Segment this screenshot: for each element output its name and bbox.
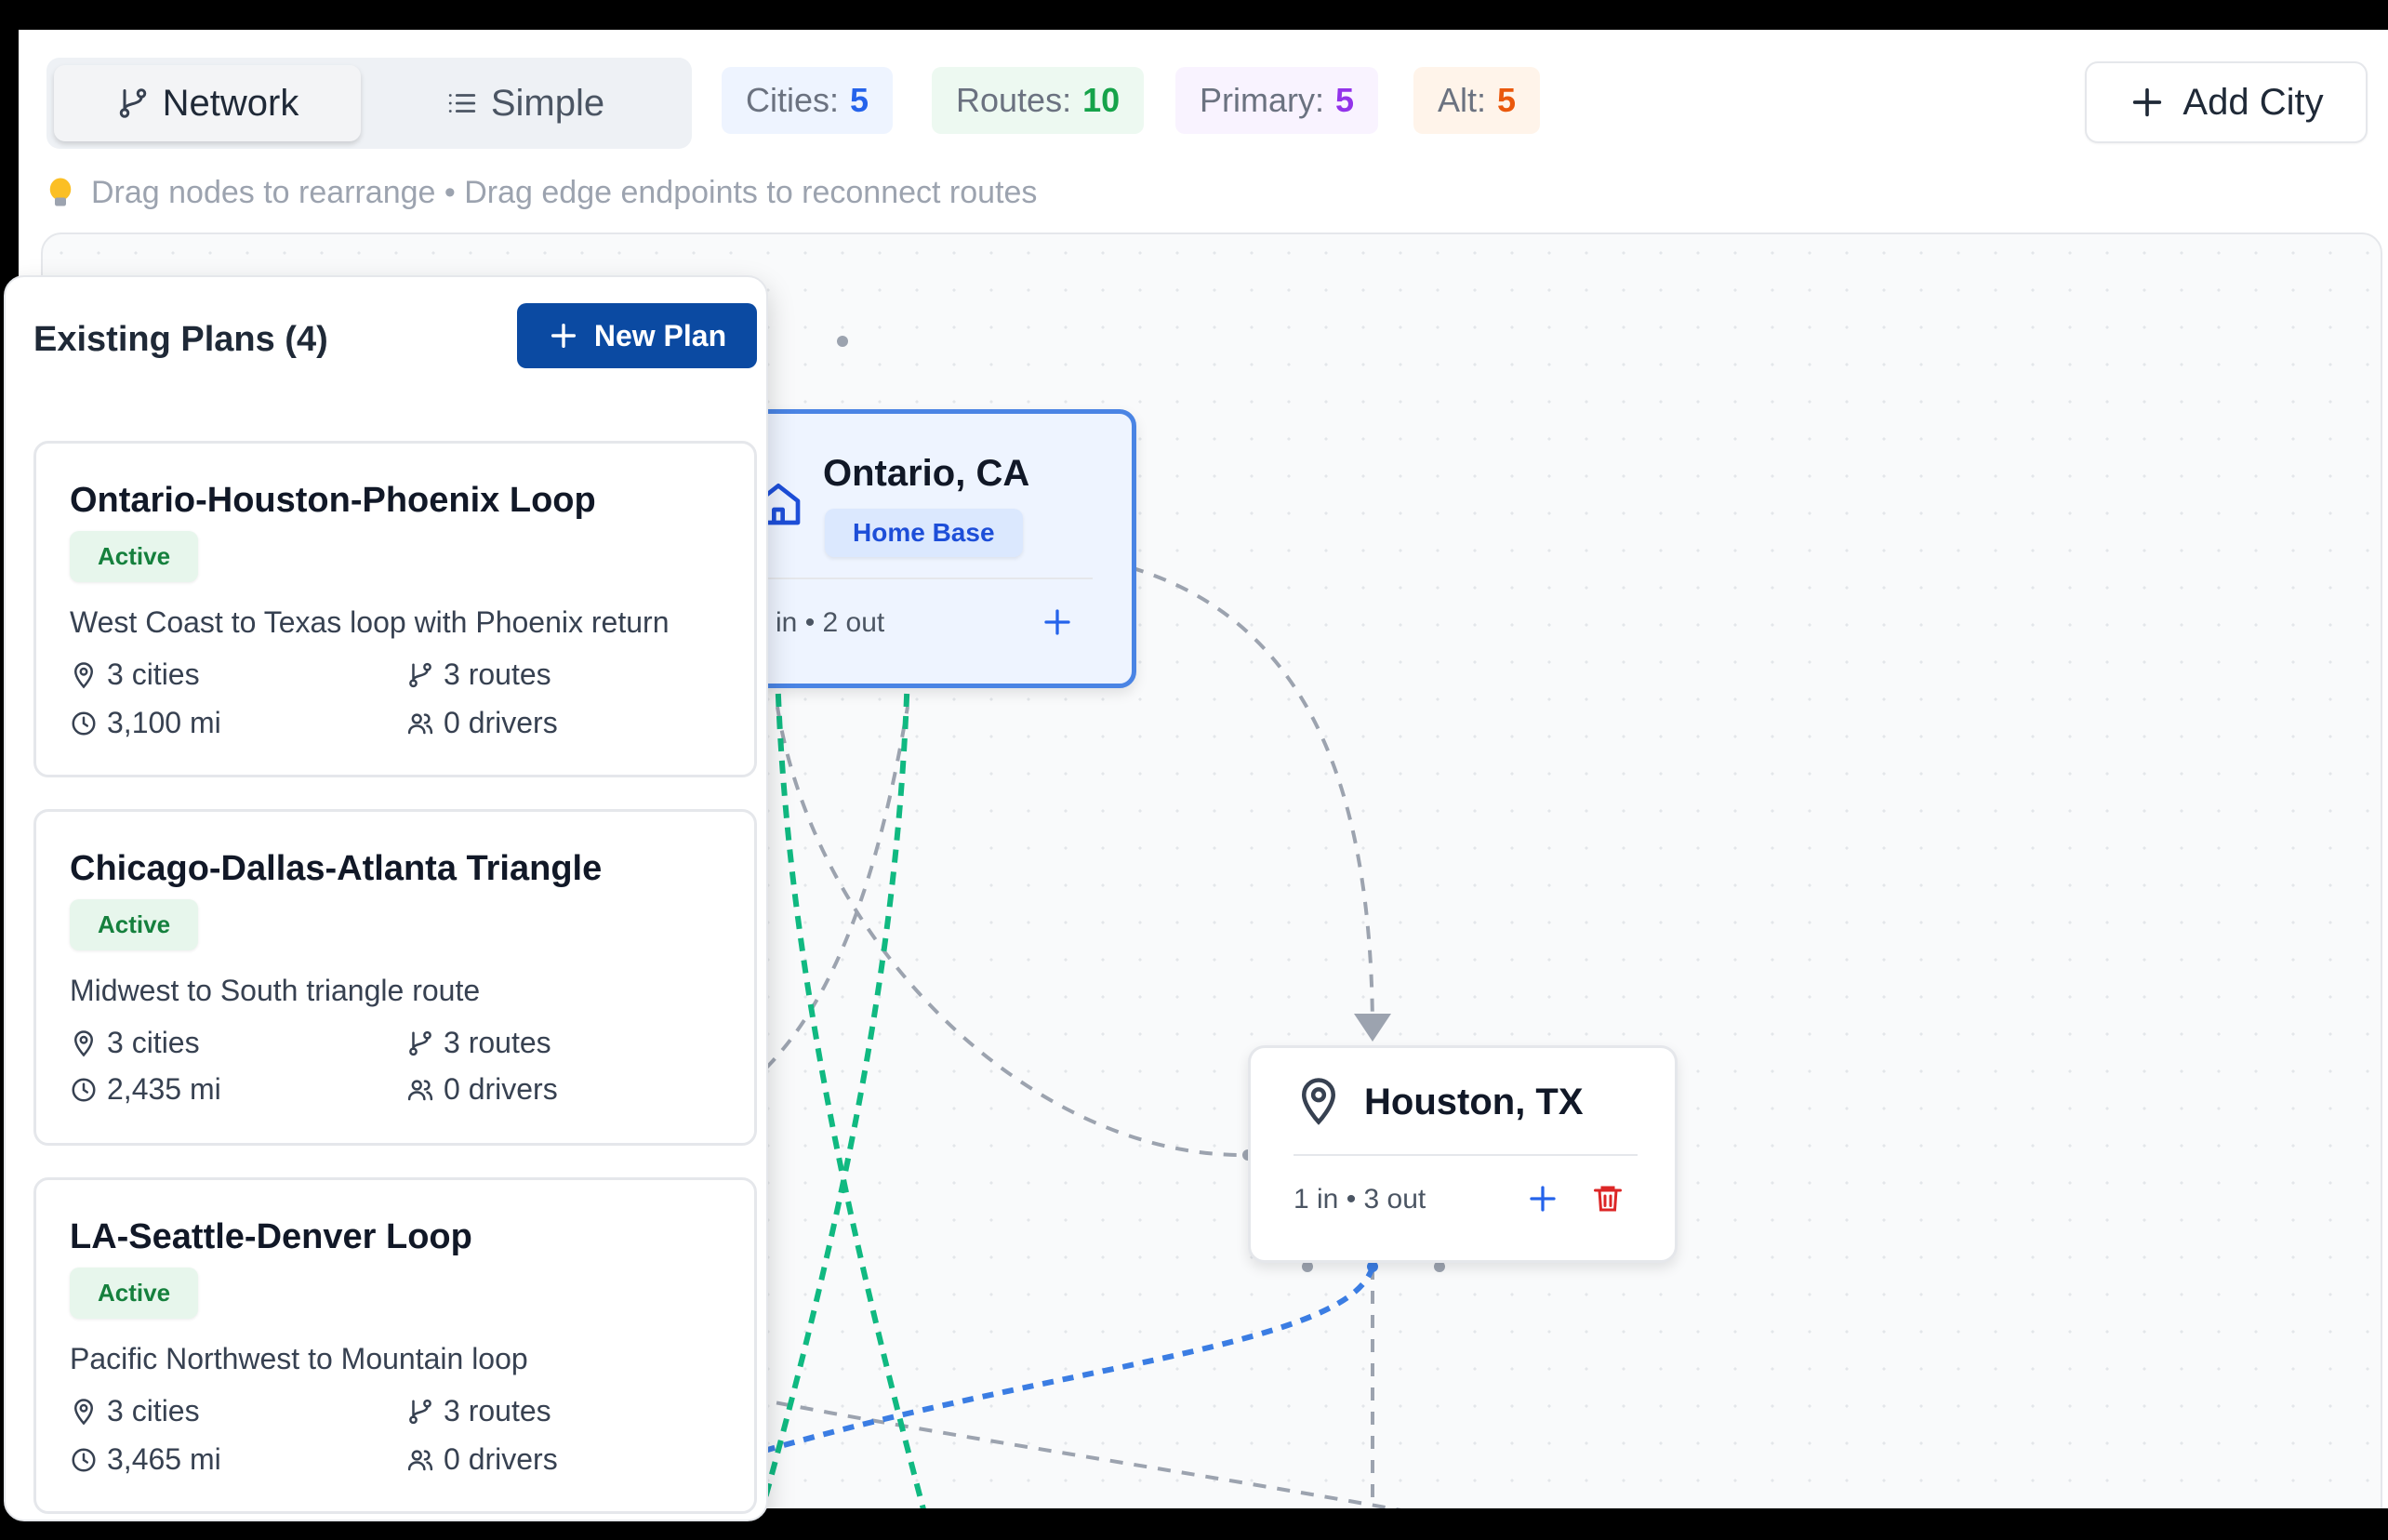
alt-count-label: Alt: — [1438, 81, 1487, 119]
cities-count-chip: Cities: 5 — [722, 67, 894, 134]
existing-plans-title: Existing Plans (4) — [33, 320, 328, 359]
plan-drivers: 0 drivers — [406, 1072, 558, 1107]
users-icon — [407, 1449, 433, 1470]
plan-drivers-text: 0 drivers — [444, 1072, 558, 1106]
git-branch-icon — [119, 88, 146, 118]
plan-cities-text: 3 cities — [107, 1394, 200, 1427]
simple-view-label: Simple — [490, 82, 605, 124]
plan-routes-text: 3 routes — [444, 1394, 551, 1427]
plan-distance: 3,100 mi — [70, 706, 221, 740]
plan-routes-text: 3 routes — [444, 1026, 551, 1059]
cities-count-value: 5 — [850, 81, 869, 119]
plan-name: Ontario-Houston-Phoenix Loop — [70, 481, 596, 520]
plan-description: Midwest to South triangle route — [70, 974, 481, 1007]
git-branch-icon — [409, 662, 431, 687]
add-route-button[interactable] — [1041, 605, 1074, 645]
plan-drivers-text: 0 drivers — [444, 706, 558, 739]
network-view-tab[interactable]: Network — [54, 65, 361, 141]
route-edge-green-2[interactable] — [750, 670, 910, 1508]
map-pin-icon — [73, 1029, 94, 1056]
plan-distance: 2,435 mi — [70, 1072, 221, 1107]
drag-hint: Drag nodes to rearrange • Drag edge endp… — [46, 175, 1037, 211]
new-plan-button[interactable]: New Plan — [517, 303, 757, 368]
network-view-label: Network — [162, 82, 299, 124]
city-route-stats: 4 in • 2 out — [752, 607, 885, 638]
plan-cities: 3 cities — [70, 657, 200, 692]
plan-routes: 3 routes — [406, 657, 551, 692]
map-pin-icon — [73, 1398, 94, 1425]
clock-icon — [72, 1448, 96, 1471]
git-branch-icon — [409, 1399, 431, 1424]
plan-cities-text: 3 cities — [107, 1026, 200, 1059]
plan-distance-text: 3,100 mi — [107, 706, 221, 739]
routes-count-label: Routes: — [956, 81, 1072, 119]
new-plan-label: New Plan — [593, 318, 727, 352]
users-icon — [407, 1079, 433, 1100]
plus-icon — [551, 323, 576, 349]
plan-name: LA-Seattle-Denver Loop — [70, 1217, 472, 1256]
lightbulb-icon — [49, 178, 72, 206]
city-route-stats: 1 in • 3 out — [1294, 1184, 1426, 1215]
trash-icon — [1594, 1186, 1622, 1212]
routes-count-value: 10 — [1082, 81, 1121, 119]
city-node-ontario[interactable]: Ontario, CA Home Base 4 in • 2 out — [705, 409, 1136, 688]
plan-distance-text: 3,465 mi — [107, 1442, 221, 1476]
route-edge-ontario-houston-return[interactable] — [776, 706, 1243, 1157]
plan-card[interactable]: LA-Seattle-Denver Loop Active Pacific No… — [33, 1177, 757, 1514]
plan-cities-text: 3 cities — [107, 657, 200, 691]
plan-status-badge: Active — [70, 1268, 199, 1319]
route-arrowhead — [1354, 1014, 1391, 1042]
primary-count-chip: Primary: 5 — [1175, 67, 1379, 134]
simple-view-tab[interactable]: Simple — [367, 65, 683, 141]
node-handle[interactable] — [837, 336, 848, 347]
route-edge-green-1[interactable] — [775, 670, 935, 1508]
plus-icon — [2133, 87, 2162, 117]
plan-drivers: 0 drivers — [406, 1442, 558, 1477]
city-name: Houston, TX — [1364, 1082, 1584, 1122]
add-city-label: Add City — [2182, 81, 2324, 123]
view-toggle: Network Simple — [46, 58, 692, 149]
plan-routes: 3 routes — [406, 1026, 551, 1060]
plan-card[interactable]: Chicago-Dallas-Atlanta Triangle Active M… — [33, 809, 757, 1146]
plan-description: West Coast to Texas loop with Phoenix re… — [70, 605, 670, 639]
plan-status-badge: Active — [70, 899, 199, 950]
cities-count-label: Cities: — [746, 81, 840, 119]
city-name: Ontario, CA — [823, 453, 1030, 494]
primary-count-value: 5 — [1335, 81, 1355, 119]
clock-icon — [72, 711, 96, 735]
home-base-badge: Home Base — [825, 509, 1023, 557]
plan-cities: 3 cities — [70, 1026, 200, 1060]
plus-icon — [1044, 609, 1070, 635]
plan-name: Chicago-Dallas-Atlanta Triangle — [70, 849, 603, 888]
drag-hint-text: Drag nodes to rearrange • Drag edge endp… — [91, 175, 1038, 210]
plan-drivers-text: 0 drivers — [444, 1442, 558, 1476]
list-icon — [448, 94, 476, 113]
git-branch-icon — [409, 1030, 431, 1055]
node-divider — [752, 578, 1093, 579]
map-pin-icon — [73, 661, 94, 688]
node-divider — [1294, 1154, 1638, 1156]
delete-city-button[interactable] — [1591, 1182, 1625, 1222]
plan-distance-text: 2,435 mi — [107, 1072, 221, 1106]
add-route-button[interactable] — [1526, 1182, 1559, 1222]
map-pin-icon — [1301, 1078, 1336, 1125]
city-node-houston[interactable]: Houston, TX 1 in • 3 out — [1248, 1045, 1678, 1263]
routes-count-chip: Routes: 10 — [932, 67, 1145, 134]
plan-drivers: 0 drivers — [406, 706, 558, 740]
plan-status-badge: Active — [70, 531, 199, 582]
plan-distance: 3,465 mi — [70, 1442, 221, 1477]
existing-plans-panel: Existing Plans (4) New Plan Ontario-Hous… — [4, 275, 768, 1521]
alt-count-chip: Alt: 5 — [1413, 67, 1541, 134]
plan-routes-text: 3 routes — [444, 657, 551, 691]
plan-cities: 3 cities — [70, 1394, 200, 1428]
clock-icon — [72, 1078, 96, 1101]
users-icon — [407, 712, 433, 734]
plan-description: Pacific Northwest to Mountain loop — [70, 1342, 528, 1375]
add-city-button[interactable]: Add City — [2085, 61, 2368, 143]
plan-routes: 3 routes — [406, 1394, 551, 1428]
plus-icon — [1530, 1186, 1556, 1212]
alt-count-value: 5 — [1497, 81, 1517, 119]
plan-card[interactable]: Ontario-Houston-Phoenix Loop Active West… — [33, 441, 757, 777]
primary-count-label: Primary: — [1200, 81, 1324, 119]
